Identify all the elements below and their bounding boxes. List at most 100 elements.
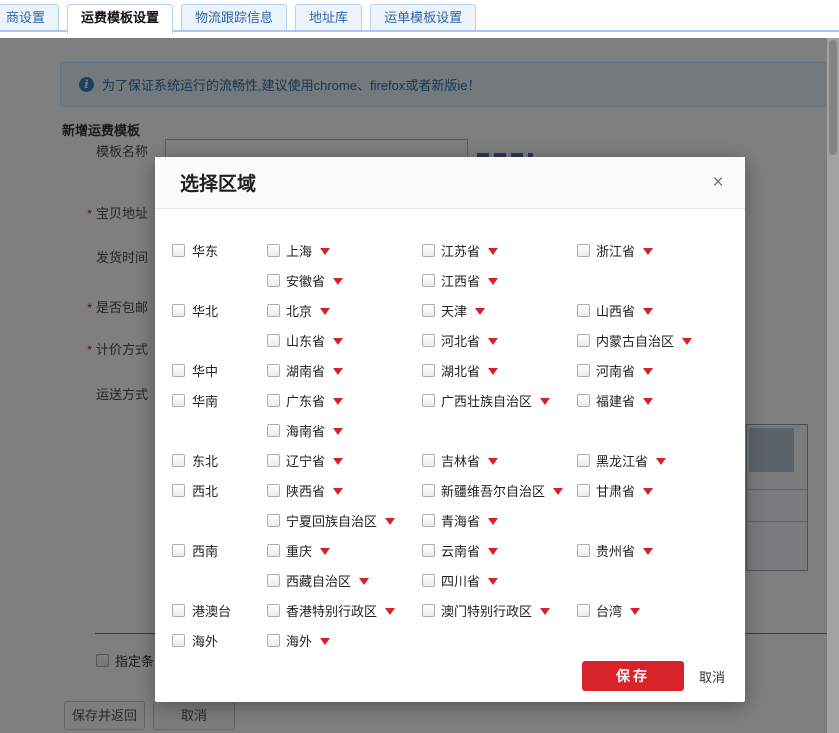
checkbox-icon[interactable]: [422, 514, 435, 527]
checkbox-icon[interactable]: [577, 244, 590, 257]
dropdown-arrow-icon[interactable]: [643, 548, 653, 555]
dropdown-arrow-icon[interactable]: [320, 548, 330, 555]
province-item[interactable]: 安徽省: [267, 265, 422, 295]
checkbox-icon[interactable]: [267, 484, 280, 497]
dropdown-arrow-icon[interactable]: [488, 578, 498, 585]
checkbox-icon[interactable]: [422, 394, 435, 407]
checkbox-icon[interactable]: [172, 634, 185, 647]
tab-freight-template-settings[interactable]: 运费模板设置: [67, 4, 173, 34]
province-item[interactable]: 浙江省: [577, 235, 732, 265]
dropdown-arrow-icon[interactable]: [488, 338, 498, 345]
region-checkbox-item[interactable]: 华南: [172, 385, 267, 415]
province-item[interactable]: 贵州省: [577, 535, 732, 565]
region-checkbox-item[interactable]: 西南: [172, 535, 267, 565]
dropdown-arrow-icon[interactable]: [359, 578, 369, 585]
dropdown-arrow-icon[interactable]: [320, 248, 330, 255]
province-item[interactable]: 海南省: [267, 415, 422, 445]
region-checkbox-item[interactable]: 东北: [172, 445, 267, 475]
dropdown-arrow-icon[interactable]: [540, 398, 550, 405]
checkbox-icon[interactable]: [172, 544, 185, 557]
checkbox-icon[interactable]: [422, 244, 435, 257]
save-button[interactable]: 保存: [582, 661, 684, 691]
province-item[interactable]: 四川省: [422, 565, 577, 595]
dropdown-arrow-icon[interactable]: [488, 248, 498, 255]
checkbox-icon[interactable]: [172, 244, 185, 257]
dropdown-arrow-icon[interactable]: [333, 458, 343, 465]
province-item[interactable]: 台湾: [577, 595, 732, 625]
checkbox-icon[interactable]: [267, 394, 280, 407]
checkbox-icon[interactable]: [577, 364, 590, 377]
dropdown-arrow-icon[interactable]: [643, 308, 653, 315]
dropdown-arrow-icon[interactable]: [333, 428, 343, 435]
checkbox-icon[interactable]: [172, 484, 185, 497]
dropdown-arrow-icon[interactable]: [682, 338, 692, 345]
checkbox-icon[interactable]: [267, 424, 280, 437]
dropdown-arrow-icon[interactable]: [333, 488, 343, 495]
dropdown-arrow-icon[interactable]: [333, 398, 343, 405]
region-checkbox-item[interactable]: 西北: [172, 475, 267, 505]
scrollbar-thumb[interactable]: [829, 40, 837, 155]
checkbox-icon[interactable]: [577, 604, 590, 617]
region-checkbox-item[interactable]: 海外: [172, 625, 267, 655]
checkbox-icon[interactable]: [577, 394, 590, 407]
region-checkbox-item[interactable]: 华东: [172, 235, 267, 265]
checkbox-icon[interactable]: [422, 574, 435, 587]
dropdown-arrow-icon[interactable]: [488, 278, 498, 285]
dropdown-arrow-icon[interactable]: [643, 248, 653, 255]
dropdown-arrow-icon[interactable]: [643, 398, 653, 405]
province-item[interactable]: 江西省: [422, 265, 577, 295]
checkbox-icon[interactable]: [577, 454, 590, 467]
province-item[interactable]: 海外: [267, 625, 422, 655]
dropdown-arrow-icon[interactable]: [643, 368, 653, 375]
province-item[interactable]: 北京: [267, 295, 422, 325]
checkbox-icon[interactable]: [267, 454, 280, 467]
checkbox-icon[interactable]: [267, 514, 280, 527]
checkbox-icon[interactable]: [267, 334, 280, 347]
dropdown-arrow-icon[interactable]: [656, 458, 666, 465]
checkbox-icon[interactable]: [422, 604, 435, 617]
checkbox-icon[interactable]: [267, 244, 280, 257]
tab-logistics-tracking[interactable]: 物流跟踪信息: [181, 4, 287, 31]
province-item[interactable]: 广西壮族自治区: [422, 385, 577, 415]
province-item[interactable]: 西藏自治区: [267, 565, 422, 595]
checkbox-icon[interactable]: [577, 484, 590, 497]
dropdown-arrow-icon[interactable]: [385, 518, 395, 525]
checkbox-icon[interactable]: [422, 334, 435, 347]
province-item[interactable]: 辽宁省: [267, 445, 422, 475]
dropdown-arrow-icon[interactable]: [385, 608, 395, 615]
cancel-button[interactable]: 取消: [699, 667, 725, 686]
checkbox-icon[interactable]: [422, 274, 435, 287]
province-item[interactable]: 上海: [267, 235, 422, 265]
checkbox-icon[interactable]: [422, 544, 435, 557]
checkbox-icon[interactable]: [422, 484, 435, 497]
dropdown-arrow-icon[interactable]: [488, 458, 498, 465]
checkbox-icon[interactable]: [267, 544, 280, 557]
dropdown-arrow-icon[interactable]: [333, 368, 343, 375]
province-item[interactable]: 天津: [422, 295, 577, 325]
tab-provider-settings[interactable]: 商设置: [0, 4, 59, 31]
tab-waybill-template-settings[interactable]: 运单模板设置: [370, 4, 476, 31]
checkbox-icon[interactable]: [267, 574, 280, 587]
province-item[interactable]: 广东省: [267, 385, 422, 415]
checkbox-icon[interactable]: [172, 454, 185, 467]
checkbox-icon[interactable]: [422, 364, 435, 377]
checkbox-icon[interactable]: [267, 604, 280, 617]
dropdown-arrow-icon[interactable]: [630, 608, 640, 615]
dropdown-arrow-icon[interactable]: [475, 308, 485, 315]
province-item[interactable]: 重庆: [267, 535, 422, 565]
close-icon[interactable]: ×: [705, 170, 731, 196]
checkbox-icon[interactable]: [422, 304, 435, 317]
checkbox-icon[interactable]: [172, 604, 185, 617]
province-item[interactable]: 江苏省: [422, 235, 577, 265]
checkbox-icon[interactable]: [267, 274, 280, 287]
province-item[interactable]: 山东省: [267, 325, 422, 355]
province-item[interactable]: 吉林省: [422, 445, 577, 475]
vertical-scrollbar[interactable]: [827, 38, 839, 733]
province-item[interactable]: 云南省: [422, 535, 577, 565]
region-checkbox-item[interactable]: 华北: [172, 295, 267, 325]
province-item[interactable]: 湖北省: [422, 355, 577, 385]
checkbox-icon[interactable]: [172, 394, 185, 407]
province-item[interactable]: 新疆维吾尔自治区: [422, 475, 577, 505]
province-item[interactable]: 黑龙江省: [577, 445, 732, 475]
checkbox-icon[interactable]: [267, 634, 280, 647]
